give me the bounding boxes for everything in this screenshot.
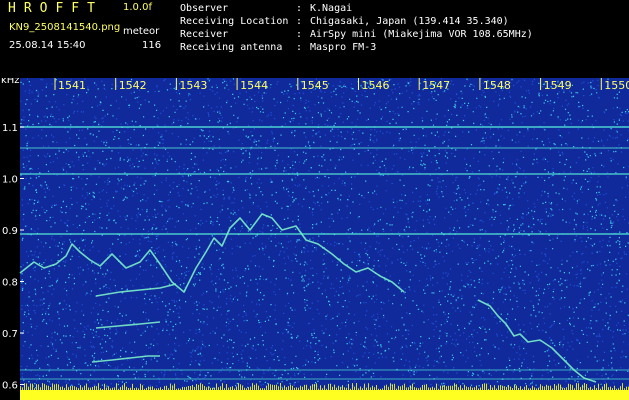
meteor-count: 116	[142, 40, 162, 51]
time-tick-label: 1546	[362, 79, 390, 92]
info-row-observer: Observer : K.Nagai	[180, 2, 533, 15]
info-label: Receiving antenna	[180, 42, 283, 53]
meteor-label: meteor	[123, 26, 160, 37]
frequency-tick-label: 0.7	[2, 329, 18, 340]
filename-label: KN9_2508141540.png	[9, 22, 121, 33]
frequency-tick-label: 0.8	[2, 278, 18, 289]
frequency-unit-label: kHz	[1, 78, 20, 86]
app-title: HROFFT	[8, 1, 103, 16]
time-tick-label: 1550	[604, 79, 629, 92]
time-tick-label: 1541	[58, 79, 86, 92]
info-value: K.Nagai	[310, 3, 353, 14]
info-value: AirSpy mini (Miakejima VOR 108.65MHz)	[310, 29, 533, 40]
time-tick-label: 1549	[544, 79, 572, 92]
datetime-label: 25.08.14 15:40	[9, 40, 86, 51]
info-separator: :	[296, 42, 303, 53]
activity-strip	[20, 390, 629, 400]
frequency-tick-label: 1.1	[2, 123, 18, 134]
time-tick-label: 1548	[483, 79, 511, 92]
frequency-tick-label: 1.0	[2, 175, 18, 186]
info-label: Receiving Location	[180, 16, 289, 27]
header: HROFFT 1.0.0f KN9_2508141540.png meteor …	[0, 0, 629, 78]
observation-info: Observer : K.Nagai Receiving Location : …	[180, 2, 533, 54]
info-separator: :	[296, 16, 303, 27]
info-separator: :	[296, 3, 303, 14]
info-label: Observer	[180, 3, 229, 14]
time-tick-label: 1547	[422, 79, 450, 92]
version-label: 1.0.0f	[123, 2, 152, 13]
info-row-receiver: Receiver : AirSpy mini (Miakejima VOR 10…	[180, 28, 533, 41]
spectrogram: kHz 1541 1542 1543 1544 1545 1546 1547 1548 1549…	[1, 78, 629, 400]
time-tick-label: 1544	[240, 79, 268, 92]
info-label: Receiver	[180, 29, 229, 40]
time-tick-label: 1542	[119, 79, 147, 92]
time-tick-label: 1545	[301, 79, 329, 92]
info-row-location: Receiving Location : Chigasaki, Japan (1…	[180, 15, 533, 28]
info-value: Chigasaki, Japan (139.414 35.340)	[310, 16, 509, 27]
info-value: Maspro FM-3	[310, 42, 377, 53]
info-row-antenna: Receiving antenna : Maspro FM-3	[180, 41, 533, 54]
spectrogram-panel: kHz 1541 1542 1543 1544 1545 1546 1547 1548 1549…	[0, 78, 629, 400]
frequency-tick-label: 0.9	[2, 226, 18, 237]
info-separator: :	[296, 29, 303, 40]
time-tick-label: 1543	[179, 79, 207, 92]
frequency-tick-label: 0.6	[2, 381, 18, 392]
